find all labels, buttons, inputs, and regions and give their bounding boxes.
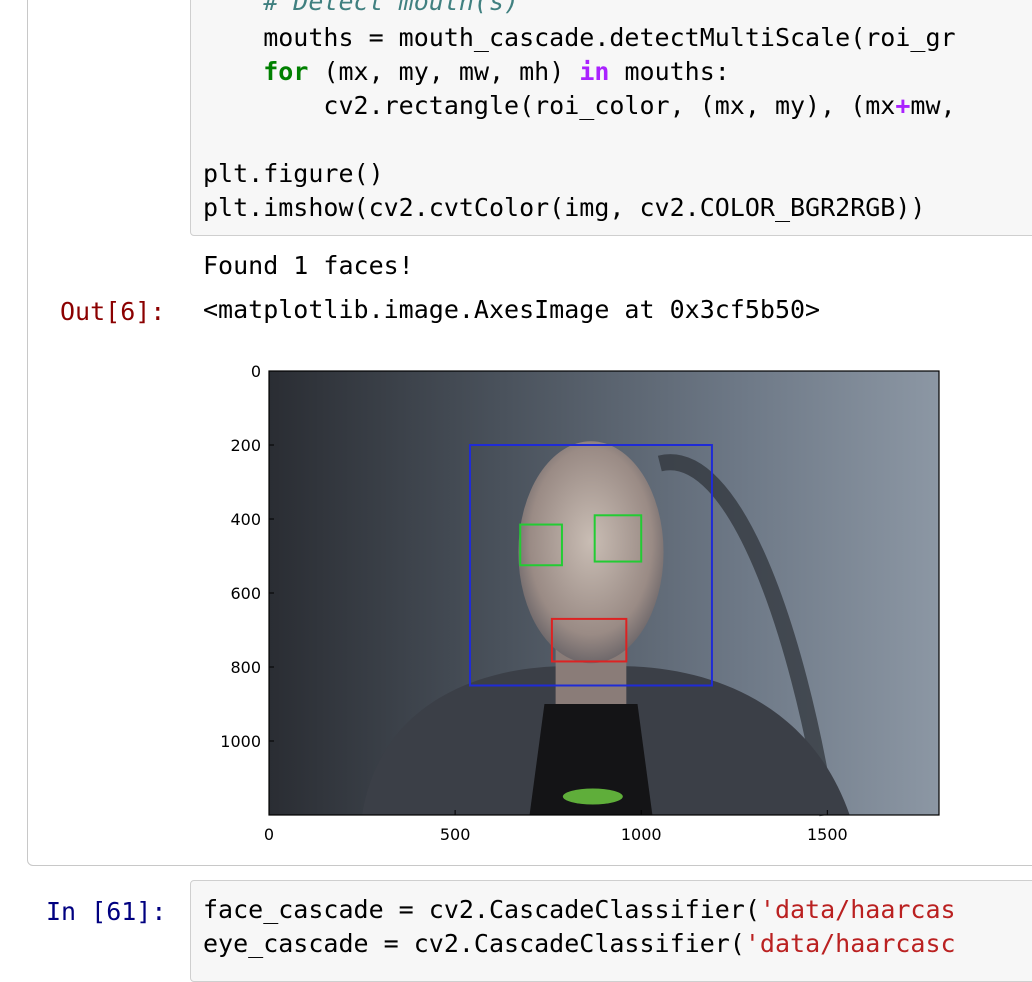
y-tick-label: 600: [230, 584, 261, 603]
y-tick-label: 400: [230, 510, 261, 529]
code-token: cv2.rectangle(roi_color, (mx, my), (mx: [203, 91, 896, 120]
code-line: cv2.rectangle(roi_color, (mx, my), (mx+m…: [203, 90, 956, 122]
x-tick-label: 0: [264, 825, 274, 844]
code-token: mouths:: [609, 57, 730, 86]
x-tick-label: 500: [440, 825, 471, 844]
photo-image: [269, 371, 939, 817]
stdout-text: Found 1 faces!: [203, 251, 414, 280]
x-tick-label: 1500: [807, 825, 848, 844]
code-token: for: [263, 57, 309, 86]
string-literal: 'data/haarcasc: [744, 929, 956, 958]
code-token: plt.imshow(cv2.cvtColor(img, cv2.COLOR_B…: [203, 193, 926, 222]
code-line: plt.figure(): [203, 158, 384, 190]
code-line: mouths = mouth_cascade.detectMultiScale(…: [203, 22, 956, 54]
code-line-eye-cascade: eye_cascade = cv2.CascadeClassifier('dat…: [203, 928, 956, 960]
code-line-face-cascade: face_cascade = cv2.CascadeClassifier('da…: [203, 894, 956, 926]
y-tick-label: 200: [230, 436, 261, 455]
y-tick-label: 0: [251, 362, 261, 381]
x-tick-label: 1000: [621, 825, 662, 844]
code-token: plt.figure(): [203, 159, 384, 188]
code-token: (mx, my, mw, mh): [308, 57, 580, 86]
in-prompt: In [61]:: [46, 897, 167, 926]
y-tick-label: 800: [230, 658, 261, 677]
string-literal: 'data/haarcas: [759, 895, 956, 924]
imshow-plot: 0 500 1000 1500 0 200 400 600 800 1000: [220, 362, 940, 844]
code-token: # Detect mouth(s): [203, 0, 520, 16]
code-text: face_cascade = cv2.CascadeClassifier(: [203, 895, 760, 924]
code-token: mouths = mouth_cascade.detectMultiScale(…: [203, 23, 956, 52]
code-token: +: [895, 91, 911, 120]
shirt-logo: [562, 788, 623, 805]
y-tick-label: 1000: [220, 732, 261, 751]
code-text: eye_cascade = cv2.CascadeClassifier(: [203, 929, 745, 958]
code-line: plt.imshow(cv2.cvtColor(img, cv2.COLOR_B…: [203, 192, 925, 224]
code-token: in: [579, 57, 610, 86]
code-token: mw,: [910, 91, 956, 120]
output-repr: <matplotlib.image.AxesImage at 0x3cf5b50…: [203, 295, 821, 324]
out-prompt: Out[6]:: [60, 297, 166, 326]
code-line: # Detect mouth(s): [203, 0, 519, 18]
code-line: for (mx, my, mw, mh) in mouths:: [203, 56, 730, 88]
